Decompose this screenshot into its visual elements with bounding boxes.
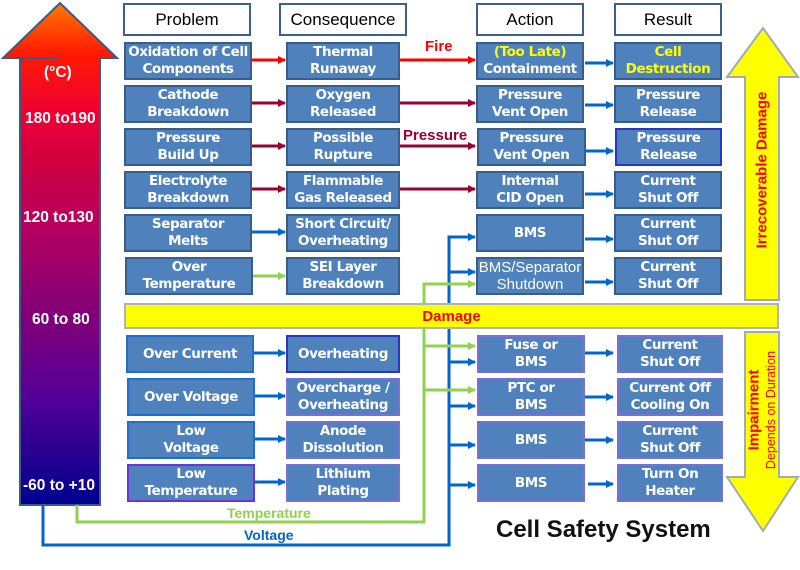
consequence-box: Overcharge / Overheating	[286, 378, 400, 416]
problem-box: Electrolyte Breakdown	[124, 171, 252, 209]
consequence-box: Oxygen Released	[286, 85, 400, 123]
action-box: BMS/Separator Shutdown	[476, 257, 584, 295]
damage-bar: Damage	[124, 303, 779, 329]
header-problem: Problem	[123, 3, 251, 36]
result-box: Pressure Release	[614, 85, 722, 123]
temperature-flow-label: Temperature	[227, 505, 311, 521]
impairment-sublabel: Depends on Duration	[764, 350, 778, 470]
consequence-box: SEI Layer Breakdown	[286, 257, 400, 295]
temperature-range-high: 180 to190	[25, 110, 96, 127]
impairment-label: Impairment	[745, 369, 763, 451]
header-consequence: Consequence	[279, 3, 407, 36]
problem-box: Cathode Breakdown	[124, 85, 252, 123]
consequence-box: Possible Rupture	[286, 128, 400, 166]
result-box: Current Shut Off	[614, 257, 722, 295]
temperature-range-mid: 60 to 80	[32, 311, 90, 328]
impairment-arrow	[725, 331, 800, 533]
fire-label: Fire	[425, 38, 453, 55]
temperature-range-low: -60 to +10	[23, 477, 95, 494]
voltage-line	[41, 235, 475, 547]
consequence-box: Thermal Runaway	[286, 42, 400, 80]
action-box: Fuse or BMS	[477, 335, 585, 373]
action-prefix: (Too Late)	[493, 44, 567, 60]
diagram-title: Cell Safety System	[496, 516, 711, 543]
result-box: Current Shut Off	[617, 421, 723, 459]
result-box: Pressure Release	[615, 128, 722, 166]
result-box: Cell Destruction	[614, 42, 722, 80]
consequence-box: Anode Dissolution	[286, 421, 400, 459]
result-box: Turn On Heater	[617, 464, 723, 502]
action-box: Pressure Vent Open	[476, 85, 584, 123]
consequence-box: Short Circuit/ Overheating	[286, 214, 400, 252]
voltage-flow-label: Voltage	[244, 527, 294, 543]
header-action: Action	[476, 3, 584, 36]
action-box: (Too Late) Containment	[476, 42, 584, 80]
problem-box: Low Voltage	[127, 421, 255, 459]
problem-box: Low Temperature	[127, 464, 255, 502]
temperature-unit: (°C)	[44, 64, 72, 81]
result-box: Current Shut Off	[614, 171, 722, 209]
damage-label: Damage	[422, 307, 481, 325]
header-result: Result	[614, 3, 722, 36]
action-box: BMS	[477, 464, 585, 502]
problem-box: Over Current	[126, 335, 254, 373]
consequence-box: Flammable Gas Released	[286, 171, 400, 209]
problem-box: Pressure Build Up	[124, 128, 252, 166]
action-box: Pressure Vent Open	[477, 128, 586, 166]
result-box: Current Off Cooling On	[617, 378, 723, 416]
consequence-box: Overheating	[286, 335, 400, 373]
action-box: Internal CID Open	[476, 171, 584, 209]
problem-box: Separator Melts	[124, 214, 252, 252]
irrecoverable-damage-label: Irrecoverable Damage	[753, 91, 771, 249]
action-box: BMS	[476, 214, 584, 252]
problem-box: Over Temperature	[125, 257, 253, 295]
pressure-label: Pressure	[403, 127, 468, 144]
problem-box: Oxidation of Cell Components	[124, 42, 252, 80]
action-text: Containment	[483, 61, 577, 77]
consequence-box: Lithium Plating	[286, 464, 400, 502]
result-box: Current Shut Off	[617, 335, 723, 373]
problem-box: Over Voltage	[127, 378, 255, 416]
result-box: Current Shut Off	[614, 214, 722, 252]
action-box: BMS	[477, 421, 585, 459]
temperature-range-mid-high: 120 to130	[23, 209, 94, 226]
action-box: PTC or BMS	[477, 378, 585, 416]
